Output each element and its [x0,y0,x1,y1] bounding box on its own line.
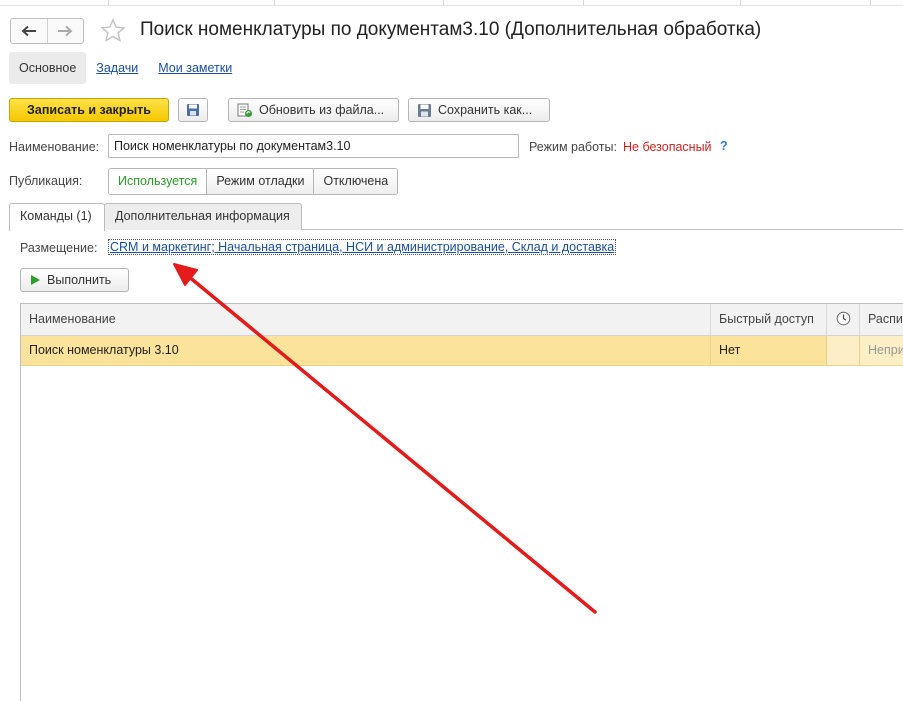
favorite-button[interactable] [100,18,126,46]
save-and-close-button[interactable]: Записать и закрыть [9,98,169,122]
back-button[interactable] [11,19,47,43]
table-row[interactable]: Поиск номенклатуры 3.10 Нет Непри [21,336,903,366]
annotation-arrow-head [173,263,198,286]
save-as-button[interactable]: Сохранить как... [408,98,550,122]
star-icon [100,18,126,43]
placement-link[interactable]: CRM и маркетинг; Начальная страница, НСИ… [108,239,617,255]
refresh-from-file-label: Обновить из файла... [259,103,385,117]
refresh-file-icon [237,103,253,117]
execute-button[interactable]: Выполнить [20,268,129,292]
column-header-schedule-icon[interactable] [826,304,859,335]
publication-switch: Используется Режим отладки Отключена [108,168,399,195]
execute-label: Выполнить [47,273,112,287]
nav-buttons [10,18,84,44]
save-as-label: Сохранить как... [438,103,533,117]
commands-table: Наименование Быстрый доступ Распи Поиск … [20,303,903,701]
table-header: Наименование Быстрый доступ Распи [21,304,903,336]
name-label: Наименование: [9,140,100,154]
save-as-icon [418,103,431,117]
name-input[interactable]: Поиск номенклатуры по документам3.10 [108,134,519,158]
publication-label: Публикация: [9,174,83,188]
arrow-right-icon [58,25,73,37]
save-button[interactable] [178,98,208,122]
publication-option-debug[interactable]: Режим отладки [206,169,314,194]
publication-option-disabled[interactable]: Отключена [313,169,398,194]
tab-commands[interactable]: Команды (1) [9,203,105,231]
section-nav: Основное Задачи Мои заметки [9,52,232,84]
row-quick-access: Нет [710,336,826,365]
help-icon[interactable]: ? [720,139,728,153]
mode-label: Режим работы: [529,140,617,154]
refresh-from-file-button[interactable]: Обновить из файла... [228,98,399,122]
mode-value: Не безопасный [623,140,712,154]
page-title: Поиск номенклатуры по документам3.10 (До… [140,19,762,40]
arrow-left-icon [21,25,36,37]
clock-icon [836,311,851,326]
publication-option-used[interactable]: Используется [109,169,207,194]
column-header-quick-access[interactable]: Быстрый доступ [710,304,826,335]
placement-label: Размещение: [20,241,98,255]
column-header-schedule[interactable]: Распи [859,304,903,335]
row-name: Поиск номенклатуры 3.10 [29,343,179,357]
row-schedule-icon-cell [826,336,859,365]
floppy-disk-icon [187,104,199,116]
play-icon [31,275,40,285]
forward-button[interactable] [46,19,84,43]
section-notes[interactable]: Мои заметки [158,61,232,75]
column-header-name[interactable]: Наименование [21,304,710,335]
tab-additional-info[interactable]: Дополнительная информация [104,203,302,230]
placement-value[interactable]: CRM и маркетинг; Начальная страница, НСИ… [108,239,617,255]
section-tasks[interactable]: Задачи [96,61,138,75]
top-window-strip [0,0,903,6]
section-main[interactable]: Основное [9,52,87,84]
row-schedule: Непри [859,336,903,365]
